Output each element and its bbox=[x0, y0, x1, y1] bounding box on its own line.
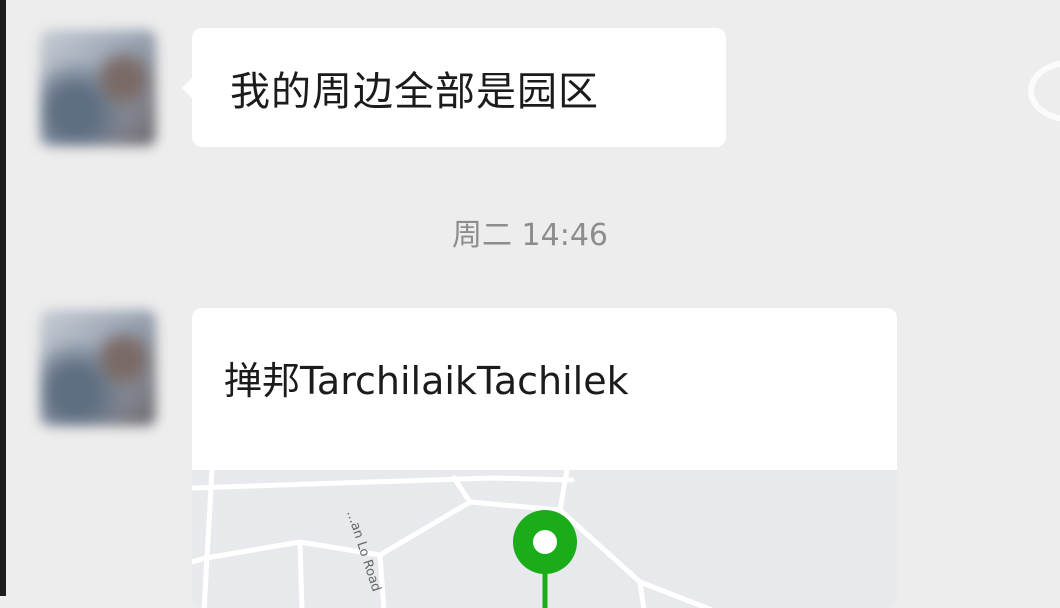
chat-timestamp: 周二 14:46 bbox=[452, 218, 608, 253]
window-edge bbox=[0, 0, 6, 596]
map-roads bbox=[192, 470, 714, 608]
map-preview[interactable]: ...an Lo Road bbox=[192, 470, 897, 608]
location-message-card[interactable]: 掸邦TarchilaikTachilek ...an Lo Road bbox=[192, 308, 897, 608]
sender-avatar[interactable] bbox=[40, 30, 156, 146]
message-bubble[interactable]: 我的周边全部是园区 bbox=[182, 28, 726, 147]
location-pin-icon bbox=[513, 510, 577, 608]
watermark-logo bbox=[1028, 60, 1060, 122]
message-text: 我的周边全部是园区 bbox=[230, 69, 599, 115]
sender-avatar[interactable] bbox=[40, 310, 156, 426]
location-title: 掸邦TarchilaikTachilek bbox=[224, 359, 629, 403]
